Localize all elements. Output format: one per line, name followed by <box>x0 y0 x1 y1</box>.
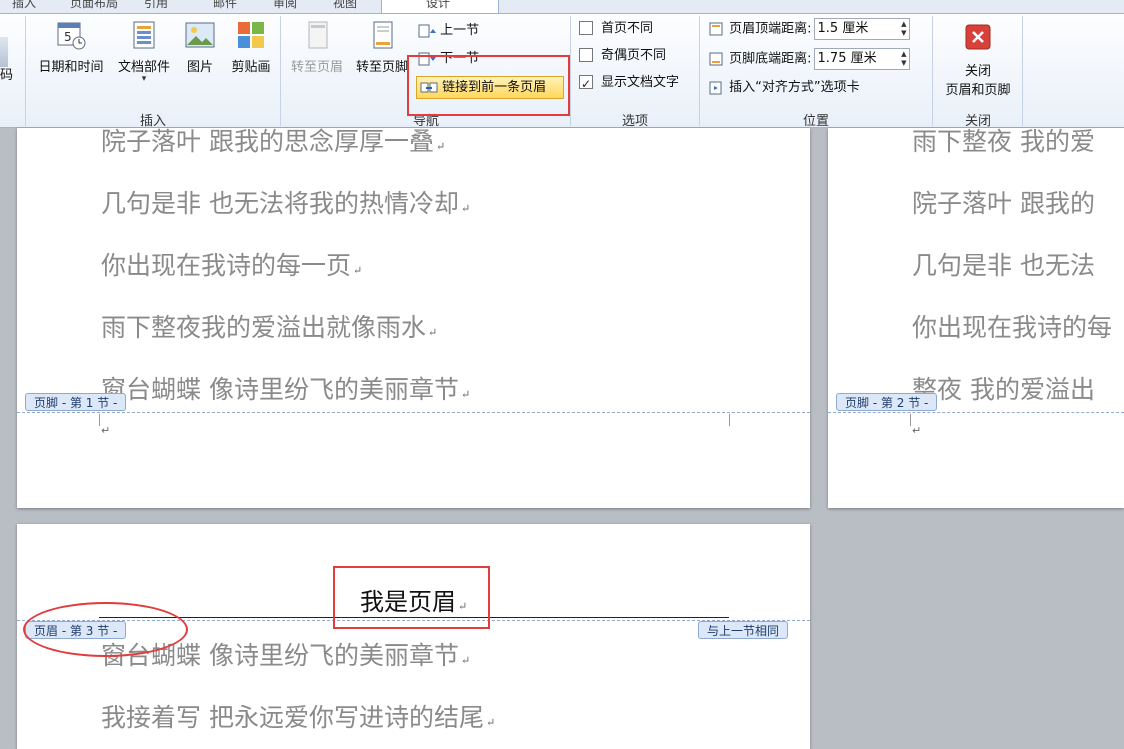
show-document-text-box[interactable] <box>579 73 593 95</box>
footer-bottom-distance: 页脚底端距离: 1.75 厘米 ▲ ▼ <box>709 48 910 70</box>
partial-button-label: 码 <box>0 68 14 83</box>
clipart-label: 剪贴画 <box>231 60 271 75</box>
prev-section-button[interactable]: 上一节 <box>418 20 479 42</box>
document-parts-icon <box>129 20 159 50</box>
prev-section-label: 上一节 <box>440 23 480 38</box>
close-label-line1: 关闭 <box>964 64 991 79</box>
show-document-text-label: 显示文档文字 <box>601 75 680 90</box>
text-line: 雨下整夜 我的爱 <box>912 128 1095 156</box>
different-odd-even-label: 奇偶页不同 <box>601 48 667 63</box>
document-parts-button[interactable]: 文档部件 ▾ <box>112 20 176 84</box>
text-line: 我接着写 把永远爱你写进诗的结尾 ↵ <box>101 703 496 732</box>
annotation-highlight-box <box>333 566 490 629</box>
insert-group-label: 插入 <box>139 114 166 129</box>
annotation-highlight-box <box>407 55 570 116</box>
header-top-value: 1.5 厘米 <box>817 21 869 36</box>
annotation-ellipse <box>23 602 188 657</box>
footer-bottom-value: 1.75 厘米 <box>817 51 877 66</box>
tab-design[interactable]: 设计 <box>381 0 499 13</box>
margin-corner-mark <box>729 414 730 426</box>
header-top-input[interactable]: 1.5 厘米 ▲ ▼ <box>813 18 910 40</box>
spin-arrows-icon[interactable]: ▲ ▼ <box>901 50 906 68</box>
footer-section-tag: 页脚 - 第 2 节 - <box>836 393 938 411</box>
prev-section-icon <box>418 24 436 37</box>
chevron-down-icon: ▾ <box>141 74 147 84</box>
footer-paragraph-mark[interactable]: ↵ <box>101 424 110 437</box>
group-separator <box>1022 16 1023 126</box>
different-first-page-box[interactable] <box>579 20 593 35</box>
text-line: 院子落叶 跟我的思念厚厚一叠 ↵ <box>101 128 446 156</box>
tab-insert[interactable]: 插入 <box>12 0 36 11</box>
insert-alignment-tab-button[interactable]: 插入“对齐方式”选项卡 <box>709 77 860 99</box>
margin-corner-mark <box>99 414 100 426</box>
text-line: 窗台蝴蝶 像诗里纷飞的美丽章节 ↵ <box>101 375 471 404</box>
tab-mailings[interactable]: 邮件 <box>213 0 237 11</box>
different-first-page-checkbox[interactable]: 首页不同 <box>579 18 653 40</box>
position-group-label: 位置 <box>802 114 829 129</box>
insert-alignment-tab-label: 插入“对齐方式”选项卡 <box>729 80 860 95</box>
spin-arrows-icon[interactable]: ▲ ▼ <box>901 20 906 38</box>
text-line: 整夜 我的爱溢出 <box>912 375 1095 404</box>
alignment-tab-icon <box>709 81 722 94</box>
tab-review[interactable]: 审阅 <box>273 0 297 11</box>
text-line: 几句是非 也无法将我的热情冷却 ↵ <box>101 189 471 218</box>
document-parts-label: 文档部件 <box>117 60 170 75</box>
different-first-page-label: 首页不同 <box>601 21 654 36</box>
options-group-label: 选项 <box>621 114 648 129</box>
goto-header-icon <box>302 20 332 50</box>
header-distance-icon <box>709 22 723 36</box>
group-separator <box>280 16 281 126</box>
different-odd-even-box[interactable] <box>579 47 593 62</box>
footer-boundary-line <box>828 412 1124 413</box>
show-document-text-checkbox[interactable]: 显示文档文字 <box>579 72 680 95</box>
footer-section-tag: 页脚 - 第 1 节 - <box>25 393 127 411</box>
close-icon <box>965 24 991 50</box>
footer-bottom-label: 页脚底端距离: <box>729 51 812 67</box>
text-line: 院子落叶 跟我的 <box>912 189 1095 218</box>
footer-distance-icon <box>709 52 723 66</box>
picture-button[interactable]: 图片 <box>180 20 220 75</box>
different-odd-even-checkbox[interactable]: 奇偶页不同 <box>579 45 666 67</box>
tab-references[interactable]: 引用 <box>144 0 168 11</box>
goto-header-button[interactable]: 转至页眉 <box>285 20 349 75</box>
picture-label: 图片 <box>186 60 213 75</box>
close-label-line2: 页眉和页脚 <box>945 83 1011 98</box>
date-time-label: 日期和时间 <box>38 60 104 75</box>
goto-header-label: 转至页眉 <box>290 60 343 75</box>
text-line: 几句是非 也无法 <box>912 251 1095 280</box>
tab-page-layout[interactable]: 页面布局 <box>70 0 118 11</box>
margin-corner-mark <box>910 414 911 426</box>
page-2: 雨下整夜 我的爱 院子落叶 跟我的 几句是非 也无法 你出现在我诗的每 整夜 我… <box>828 128 1124 508</box>
close-header-footer-button[interactable]: 关闭 页眉和页脚 <box>936 24 1020 100</box>
header-top-label: 页眉顶端距离: <box>729 21 812 37</box>
goto-footer-button[interactable]: 转至页脚 <box>350 20 414 75</box>
goto-footer-label: 转至页脚 <box>355 60 408 75</box>
footer-paragraph-mark[interactable]: ↵ <box>912 424 921 437</box>
calendar-clock-icon: 5 <box>56 20 86 50</box>
text-line: 雨下整夜我的爱溢出就像雨水 ↵ <box>101 313 438 342</box>
same-as-previous-tag: 与上一节相同 <box>698 621 789 639</box>
close-group-label: 关闭 <box>964 114 991 129</box>
page-number-icon[interactable] <box>0 37 8 67</box>
tab-design-label: 设计 <box>426 0 451 10</box>
clipart-icon <box>236 20 266 50</box>
text-line: 你出现在我诗的每 <box>912 313 1113 342</box>
date-time-button[interactable]: 5 日期和时间 <box>33 20 109 75</box>
goto-footer-icon <box>367 20 397 50</box>
svg-text:5: 5 <box>64 30 72 44</box>
picture-icon <box>185 20 215 50</box>
page-1: 院子落叶 跟我的思念厚厚一叠 ↵ 几句是非 也无法将我的热情冷却 ↵ 你出现在我诗的… <box>17 128 810 508</box>
footer-boundary-line <box>17 412 810 413</box>
footer-bottom-input[interactable]: 1.75 厘米 ▲ ▼ <box>813 48 910 70</box>
clipart-button[interactable]: 剪贴画 <box>226 20 276 75</box>
ribbon-tab-strip: 插入 页面布局 引用 邮件 审阅 视图 设计 <box>0 0 1124 13</box>
header-top-distance: 页眉顶端距离: 1.5 厘米 ▲ ▼ <box>709 18 910 40</box>
tab-view[interactable]: 视图 <box>333 0 357 11</box>
text-line: 你出现在我诗的每一页 ↵ <box>101 251 363 280</box>
